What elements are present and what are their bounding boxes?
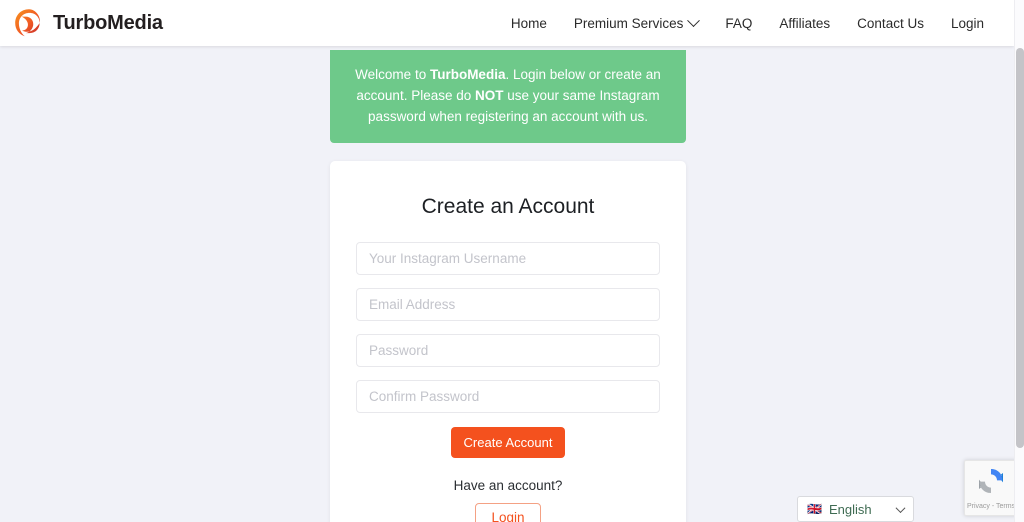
nav-item-label: Premium Services <box>573 15 684 31</box>
nav-item-label: Home <box>510 15 547 31</box>
turbo-swoosh-logo-icon <box>12 6 46 40</box>
scrollbar-thumb[interactable] <box>1016 48 1024 448</box>
banner-text-1: Welcome to <box>355 67 430 82</box>
nav-item-label: Login <box>950 15 984 31</box>
page-content: Welcome to TurboMedia. Login below or cr… <box>0 46 1014 522</box>
instagram-username-input[interactable] <box>356 242 660 275</box>
uk-flag-icon: 🇬🇧 <box>807 502 822 516</box>
nav-item-label: Affiliates <box>779 15 831 31</box>
nav-item-premium-services[interactable]: Premium Services <box>573 13 701 31</box>
submit-row: Create Account <box>356 427 660 458</box>
recaptcha-logo-icon <box>975 465 1007 502</box>
brand-name: TurboMedia <box>53 11 163 34</box>
login-row: Login <box>356 503 660 522</box>
create-account-button[interactable]: Create Account <box>450 427 566 458</box>
banner-brand-bold: TurboMedia <box>429 67 506 82</box>
recaptcha-badge[interactable]: Privacy - Terms <box>964 460 1018 516</box>
site-header: TurboMedia Home Premium Services FAQ Aff… <box>0 0 1014 46</box>
brand-logo-link[interactable]: TurboMedia <box>12 6 163 40</box>
chevron-down-icon <box>687 13 701 27</box>
page-title: Create an Account <box>421 195 595 218</box>
have-account-text: Have an account? <box>453 478 563 493</box>
password-input[interactable] <box>356 334 660 367</box>
welcome-banner: Welcome to TurboMedia. Login below or cr… <box>330 50 686 143</box>
recaptcha-privacy-terms[interactable]: Privacy - Terms <box>967 503 1015 510</box>
nav-item-label: FAQ <box>725 15 753 31</box>
main-navigation: Home Premium Services FAQ Affiliates Con… <box>511 13 992 31</box>
nav-item-login[interactable]: Login <box>951 16 984 31</box>
nav-item-affiliates[interactable]: Affiliates <box>779 16 830 31</box>
nav-item-home[interactable]: Home <box>511 16 547 31</box>
nav-item-faq[interactable]: FAQ <box>725 16 752 31</box>
vertical-scrollbar[interactable] <box>1014 0 1024 522</box>
nav-item-contact-us[interactable]: Contact Us <box>857 16 924 31</box>
signup-card: Create an Account Create Account Have an… <box>330 161 686 522</box>
banner-not-bold: NOT <box>475 88 504 103</box>
nav-item-label: Contact Us <box>857 15 924 31</box>
confirm-password-input[interactable] <box>356 380 660 413</box>
chevron-down-icon <box>895 502 906 513</box>
language-selector[interactable]: 🇬🇧 English <box>797 496 914 522</box>
login-button[interactable]: Login <box>475 503 541 522</box>
language-label: English <box>828 501 872 517</box>
email-input[interactable] <box>356 288 660 321</box>
